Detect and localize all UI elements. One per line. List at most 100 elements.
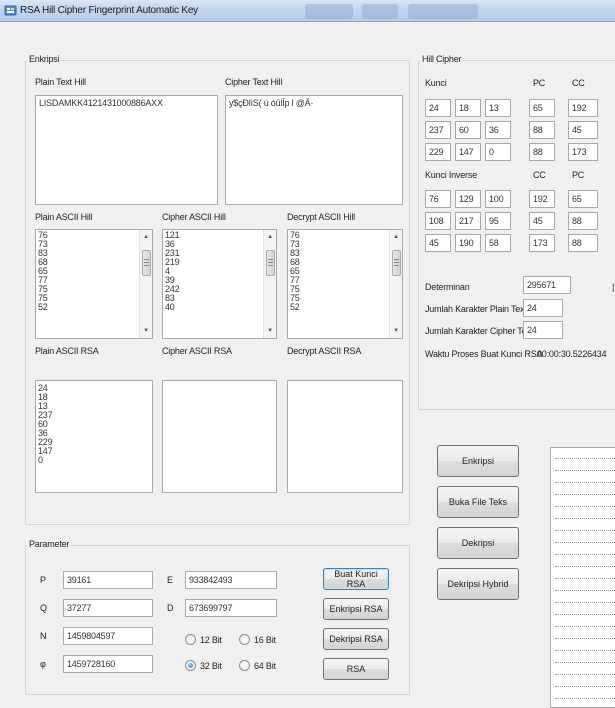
dekripsi-button[interactable]: Dekripsi (437, 527, 519, 559)
list-item[interactable]: 77 (38, 276, 150, 285)
pc-inverse-cell[interactable]: 88 (568, 234, 598, 252)
list-item[interactable]: 242 (165, 285, 274, 294)
list-item[interactable]: 73 (290, 240, 400, 249)
pc-cell[interactable]: 88 (529, 121, 555, 139)
output-log-area[interactable] (550, 447, 615, 708)
decrypt-ascii-hill-list[interactable]: 76 73 83 68 65 77 75 75 52 ▲ ▼ (287, 229, 403, 339)
scroll-up-icon[interactable]: ▲ (264, 231, 276, 243)
list-scrollbar[interactable]: ▲ ▼ (139, 230, 152, 338)
list-item[interactable]: 52 (290, 303, 400, 312)
list-item[interactable]: 121 (165, 231, 274, 240)
q-input[interactable]: 37277 (63, 599, 153, 617)
n-input[interactable]: 1459804597 (63, 627, 153, 645)
dekripsi-hybrid-button[interactable]: Dekripsi Hybrid (437, 568, 519, 600)
pc-cell[interactable]: 65 (529, 99, 555, 117)
list-item[interactable]: 0 (38, 456, 150, 465)
list-item[interactable]: 237 (38, 411, 150, 420)
list-item[interactable]: 83 (38, 249, 150, 258)
list-item[interactable]: 13 (38, 402, 150, 411)
list-item[interactable]: 76 (38, 231, 150, 240)
jumlah-cipher-value[interactable]: 24 (523, 321, 563, 339)
p-input[interactable]: 39161 (63, 571, 153, 589)
cc-inverse-cell[interactable]: 192 (529, 190, 555, 208)
list-item[interactable]: 65 (38, 267, 150, 276)
kunci-cell[interactable]: 18 (455, 99, 481, 117)
kunci-inverse-cell[interactable]: 95 (485, 212, 511, 230)
list-item[interactable]: 39 (165, 276, 274, 285)
scroll-down-icon[interactable]: ▼ (264, 325, 276, 337)
kunci-cell[interactable]: 13 (485, 99, 511, 117)
list-scrollbar[interactable]: ▲ ▼ (389, 230, 402, 338)
dekripsi-rsa-button[interactable]: Dekripsi RSA (323, 628, 389, 650)
e-input[interactable]: 933842493 (185, 571, 277, 589)
kunci-cell[interactable]: 36 (485, 121, 511, 139)
list-item[interactable]: 231 (165, 249, 274, 258)
cc-cell[interactable]: 45 (568, 121, 598, 139)
list-item[interactable]: 40 (165, 303, 274, 312)
list-item[interactable]: 229 (38, 438, 150, 447)
determinan-value[interactable]: 295671 (523, 276, 571, 294)
list-item[interactable]: 60 (38, 420, 150, 429)
cc-cell[interactable]: 192 (568, 99, 598, 117)
list-scrollbar[interactable]: ▲ ▼ (263, 230, 276, 338)
list-item[interactable]: 83 (290, 249, 400, 258)
scroll-up-icon[interactable]: ▲ (140, 231, 152, 243)
phi-input[interactable]: 1459728160 (63, 655, 153, 673)
list-item[interactable]: 75 (290, 285, 400, 294)
jumlah-plain-value[interactable]: 24 (523, 299, 563, 317)
list-item[interactable]: 73 (38, 240, 150, 249)
plain-ascii-rsa-list[interactable]: 24 18 13 237 60 36 229 147 0 (35, 380, 153, 493)
kunci-cell[interactable]: 0 (485, 143, 511, 161)
buat-kunci-rsa-button[interactable]: Buat Kunci RSA (323, 568, 389, 590)
scroll-thumb[interactable] (266, 250, 275, 276)
plain-text-hill-input[interactable]: LISDAMKK4121431000886AXX (35, 95, 218, 205)
kunci-cell[interactable]: 147 (455, 143, 481, 161)
list-item[interactable]: 76 (290, 231, 400, 240)
kunci-cell[interactable]: 229 (425, 143, 451, 161)
list-item[interactable]: 65 (290, 267, 400, 276)
cc-inverse-cell[interactable]: 173 (529, 234, 555, 252)
list-item[interactable]: 4 (165, 267, 274, 276)
kunci-inverse-cell[interactable]: 108 (425, 212, 451, 230)
cipher-text-hill-output[interactable]: y$çÐlìS( ú óûlÎp l @Ä· (225, 95, 403, 205)
scroll-thumb[interactable] (392, 250, 401, 276)
kunci-cell[interactable]: 60 (455, 121, 481, 139)
list-item[interactable]: 147 (38, 447, 150, 456)
radio-16-bit[interactable] (239, 634, 250, 645)
list-item[interactable]: 52 (38, 303, 150, 312)
kunci-cell[interactable]: 237 (425, 121, 451, 139)
enkripsi-rsa-button[interactable]: Enkripsi RSA (323, 598, 389, 620)
kunci-inverse-cell[interactable]: 129 (455, 190, 481, 208)
radio-32-bit[interactable] (185, 660, 196, 671)
list-item[interactable]: 75 (38, 285, 150, 294)
pc-inverse-cell[interactable]: 88 (568, 212, 598, 230)
list-item[interactable]: 219 (165, 258, 274, 267)
kunci-inverse-cell[interactable]: 217 (455, 212, 481, 230)
list-item[interactable]: 77 (290, 276, 400, 285)
cipher-ascii-hill-list[interactable]: 121 36 231 219 4 39 242 83 40 ▲ ▼ (162, 229, 277, 339)
list-item[interactable]: 68 (38, 258, 150, 267)
radio-12-bit[interactable] (185, 634, 196, 645)
list-item[interactable]: 83 (165, 294, 274, 303)
buka-file-teks-button[interactable]: Buka File Teks (437, 486, 519, 518)
pc-cell[interactable]: 88 (529, 143, 555, 161)
list-item[interactable]: 75 (290, 294, 400, 303)
scroll-up-icon[interactable]: ▲ (390, 231, 402, 243)
kunci-inverse-cell[interactable]: 76 (425, 190, 451, 208)
d-input[interactable]: 673699797 (185, 599, 277, 617)
kunci-inverse-cell[interactable]: 45 (425, 234, 451, 252)
decrypt-ascii-rsa-list[interactable] (287, 380, 403, 493)
list-item[interactable]: 24 (38, 384, 150, 393)
list-item[interactable]: 75 (38, 294, 150, 303)
kunci-inverse-cell[interactable]: 58 (485, 234, 511, 252)
scroll-down-icon[interactable]: ▼ (390, 325, 402, 337)
rsa-button[interactable]: RSA (323, 658, 389, 680)
plain-ascii-hill-list[interactable]: 76 73 83 68 65 77 75 75 52 ▲ ▼ (35, 229, 153, 339)
scroll-thumb[interactable] (142, 250, 151, 276)
scroll-down-icon[interactable]: ▼ (140, 325, 152, 337)
kunci-inverse-cell[interactable]: 100 (485, 190, 511, 208)
pc-inverse-cell[interactable]: 65 (568, 190, 598, 208)
list-item[interactable]: 68 (290, 258, 400, 267)
cc-cell[interactable]: 173 (568, 143, 598, 161)
list-item[interactable]: 36 (38, 429, 150, 438)
